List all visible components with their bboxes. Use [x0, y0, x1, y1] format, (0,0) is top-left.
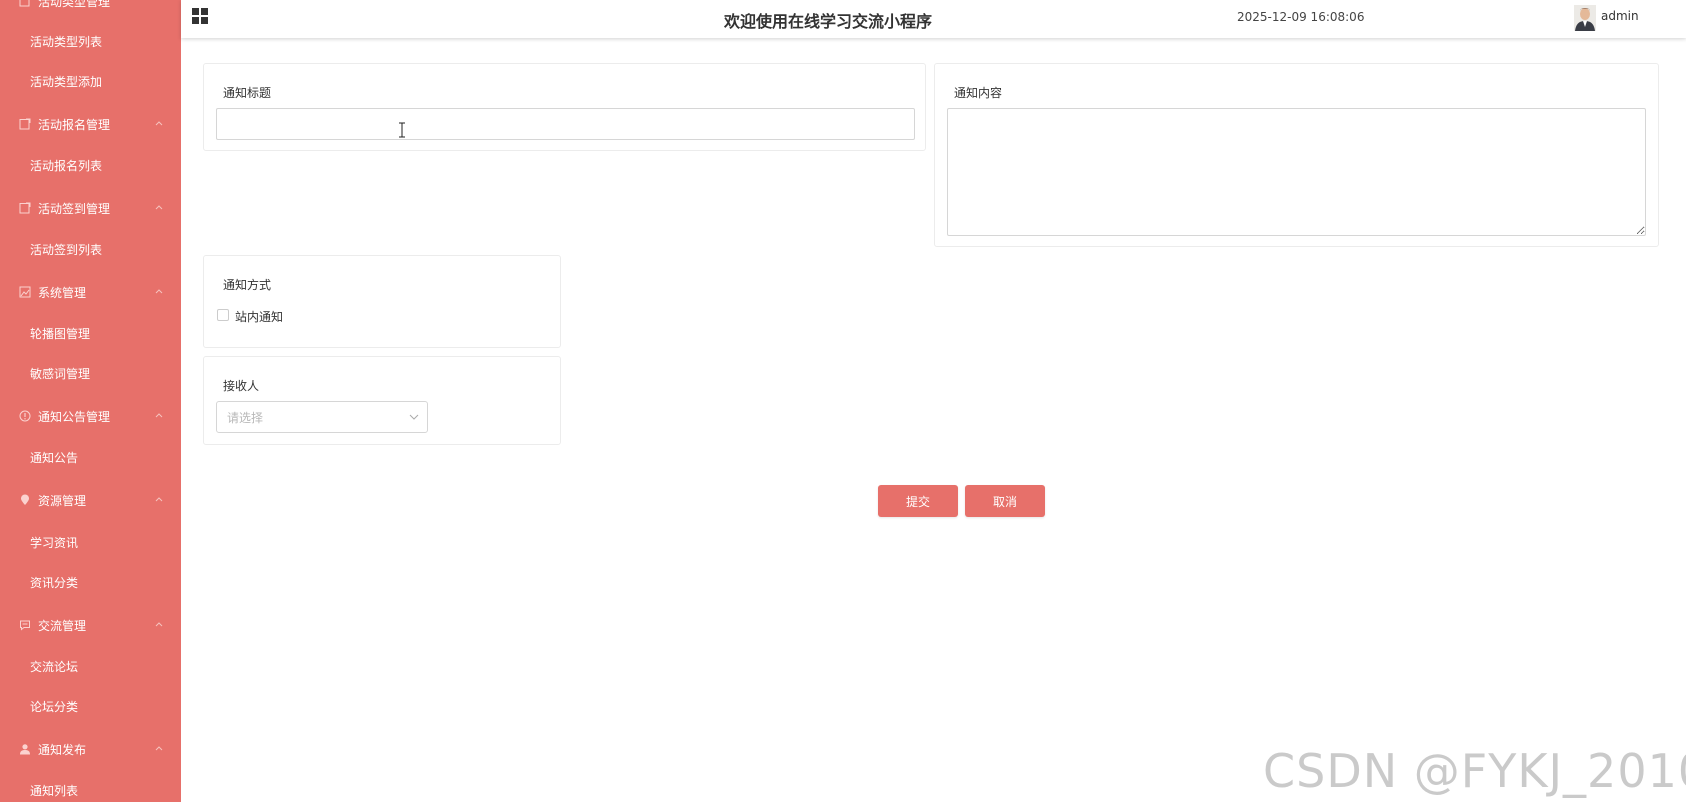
title-input[interactable]: [216, 108, 915, 140]
app-title: 欢迎使用在线学习交流小程序: [724, 12, 933, 31]
chevron-up-icon: [155, 746, 163, 751]
user-icon: [18, 742, 32, 756]
sidebar-item-label: 学习资讯: [30, 535, 79, 550]
text-cursor-icon: [399, 122, 405, 138]
sidebar-item-label: 活动报名列表: [30, 158, 103, 173]
top-header: 欢迎使用在线学习交流小程序 2025-12-09 16:08:06 admin: [181, 0, 1686, 38]
sidebar-item-news-category[interactable]: 资讯分类: [0, 567, 181, 597]
chevron-down-icon: [409, 414, 419, 420]
method-label: 通知方式: [223, 278, 272, 292]
receiver-card: 接收人 请选择: [203, 356, 561, 445]
sidebar-item-label: 活动类型添加: [30, 74, 103, 89]
sidebar-item-activity-type-list[interactable]: 活动类型列表: [0, 26, 181, 56]
receiver-placeholder: 请选择: [227, 410, 264, 425]
sidebar-group-system[interactable]: 系统管理: [0, 277, 181, 307]
sidebar-item-label: 轮播图管理: [30, 326, 91, 341]
sidebar-item-label: 论坛分类: [30, 699, 79, 714]
sidebar-item-label: 通知公告: [30, 450, 79, 465]
sidebar-item-activity-checkin-list[interactable]: 活动签到列表: [0, 234, 181, 264]
chevron-up-icon: [155, 413, 163, 418]
sidebar-item-label: 活动类型列表: [30, 34, 103, 49]
location-icon: [18, 493, 32, 507]
sidebar-item-notice-list[interactable]: 通知列表: [0, 775, 181, 802]
avatar[interactable]: [1574, 5, 1596, 31]
receiver-select[interactable]: 请选择: [216, 401, 428, 433]
sidebar-group-label: 通知发布: [38, 742, 87, 757]
chevron-up-icon: [155, 289, 163, 294]
content-label: 通知内容: [954, 86, 1003, 100]
sidebar-item-activity-signup-list[interactable]: 活动报名列表: [0, 150, 181, 180]
receiver-label: 接收人: [223, 379, 260, 393]
image-icon: [18, 285, 32, 299]
sidebar-item-label: 敏感词管理: [30, 366, 91, 381]
chevron-up-icon: [155, 121, 163, 126]
sidebar-group-label: 系统管理: [38, 285, 87, 300]
title-label: 通知标题: [223, 86, 272, 100]
sidebar-group-label: 交流管理: [38, 618, 87, 633]
sidebar-group-label: 资源管理: [38, 493, 87, 508]
sidebar-group-communication[interactable]: 交流管理: [0, 610, 181, 640]
sidebar-group-label: 通知公告管理: [38, 409, 111, 424]
sidebar-item-carousel[interactable]: 轮播图管理: [0, 318, 181, 348]
sidebar-item-notice[interactable]: 通知公告: [0, 442, 181, 472]
site-notice-checkbox[interactable]: [217, 309, 229, 321]
cancel-button[interactable]: 取消: [965, 485, 1045, 517]
title-card: 通知标题: [203, 63, 926, 151]
content-card: 通知内容: [934, 63, 1659, 247]
grid-menu-icon[interactable]: [191, 7, 209, 25]
chevron-up-icon: [155, 497, 163, 502]
sidebar-group-label: 活动签到管理: [38, 201, 111, 216]
chat-icon: [18, 618, 32, 632]
document-icon: [18, 117, 32, 131]
sidebar-group-label: 活动报名管理: [38, 117, 111, 132]
sidebar-group-activity-signup[interactable]: 活动报名管理: [0, 109, 181, 139]
sidebar-group-label: 活动类型管理: [38, 0, 111, 9]
sidebar-group-resources[interactable]: 资源管理: [0, 485, 181, 515]
sidebar-item-label: 活动签到列表: [30, 242, 103, 257]
site-notice-label[interactable]: 站内通知: [235, 308, 283, 325]
sidebar-group-activity-checkin[interactable]: 活动签到管理: [0, 193, 181, 223]
submit-button[interactable]: 提交: [878, 485, 958, 517]
chevron-up-icon: [155, 205, 163, 210]
sidebar-item-study-news[interactable]: 学习资讯: [0, 527, 181, 557]
sidebar-group-notice[interactable]: 通知公告管理: [0, 401, 181, 431]
sidebar: 活动类型管理 活动类型列表 活动类型添加 活动报名管理 活动报名列表 活动签到管…: [0, 0, 181, 802]
info-icon: [18, 409, 32, 423]
current-datetime: 2025-12-09 16:08:06: [1237, 10, 1365, 24]
chevron-up-icon: [155, 622, 163, 627]
sidebar-item-label: 通知列表: [30, 783, 79, 798]
sidebar-item-forum[interactable]: 交流论坛: [0, 651, 181, 681]
content-textarea[interactable]: [947, 108, 1646, 236]
sidebar-item-forum-category[interactable]: 论坛分类: [0, 691, 181, 721]
sidebar-group-activity-type[interactable]: 活动类型管理: [0, 0, 181, 16]
sidebar-group-notice-publish[interactable]: 通知发布: [0, 734, 181, 764]
sidebar-item-activity-type-add[interactable]: 活动类型添加: [0, 66, 181, 96]
sidebar-item-label: 交流论坛: [30, 659, 79, 674]
document-icon: [18, 0, 32, 8]
method-card: 通知方式 站内通知: [203, 255, 561, 348]
sidebar-item-sensitive-words[interactable]: 敏感词管理: [0, 358, 181, 388]
watermark: CSDN @FYKJ_2010: [1263, 744, 1686, 798]
username[interactable]: admin: [1601, 9, 1639, 23]
document-icon: [18, 201, 32, 215]
sidebar-item-label: 资讯分类: [30, 575, 79, 590]
